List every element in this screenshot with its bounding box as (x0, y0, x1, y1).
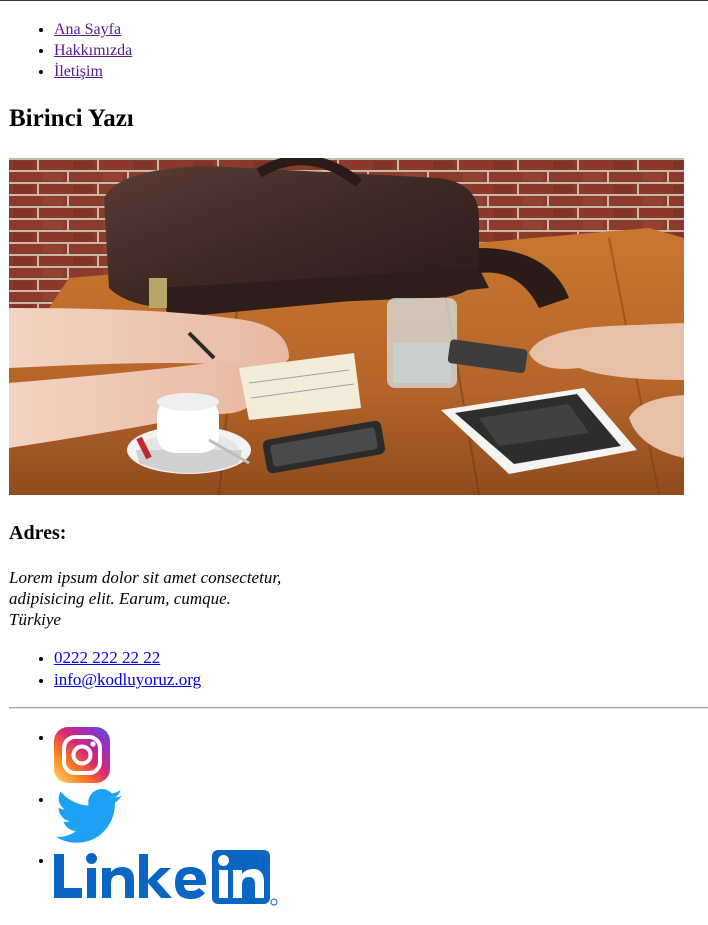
twitter-icon (55, 789, 123, 843)
nav-item-about: Hakkımızda (54, 40, 132, 61)
social-list (9, 727, 278, 912)
address-line-2: adipisicing elit. Earum, cumque. (9, 589, 231, 608)
phone-link[interactable]: 0222 222 22 22 (54, 648, 160, 667)
linkedin-icon (54, 850, 278, 906)
email-link[interactable]: info@kodluyoruz.org (54, 670, 201, 689)
nav-item-home: Ana Sayfa (54, 19, 132, 40)
address-block: Lorem ipsum dolor sit amet consectetur, … (9, 567, 281, 630)
nav-link-contact[interactable]: İletişim (54, 63, 103, 80)
instagram-icon (54, 727, 110, 783)
article-photo (9, 158, 684, 495)
contact-item-email: info@kodluyoruz.org (54, 669, 201, 691)
contact-list: 0222 222 22 22 info@kodluyoruz.org (9, 647, 201, 691)
nav-link-about[interactable]: Hakkımızda (54, 42, 132, 59)
nav-menu: Ana Sayfa Hakkımızda İletişim (9, 19, 132, 82)
nav-item-contact: İletişim (54, 61, 132, 82)
article-title: Birinci Yazı (9, 105, 134, 132)
address-line-3: Türkiye (9, 610, 61, 629)
address-heading: Adres: (9, 522, 67, 544)
contact-item-phone: 0222 222 22 22 (54, 647, 201, 669)
horizontal-rule (9, 707, 708, 709)
address-line-1: Lorem ipsum dolor sit amet consectetur, (9, 568, 282, 587)
top-border (0, 0, 708, 1)
nav-link-home[interactable]: Ana Sayfa (54, 21, 121, 38)
